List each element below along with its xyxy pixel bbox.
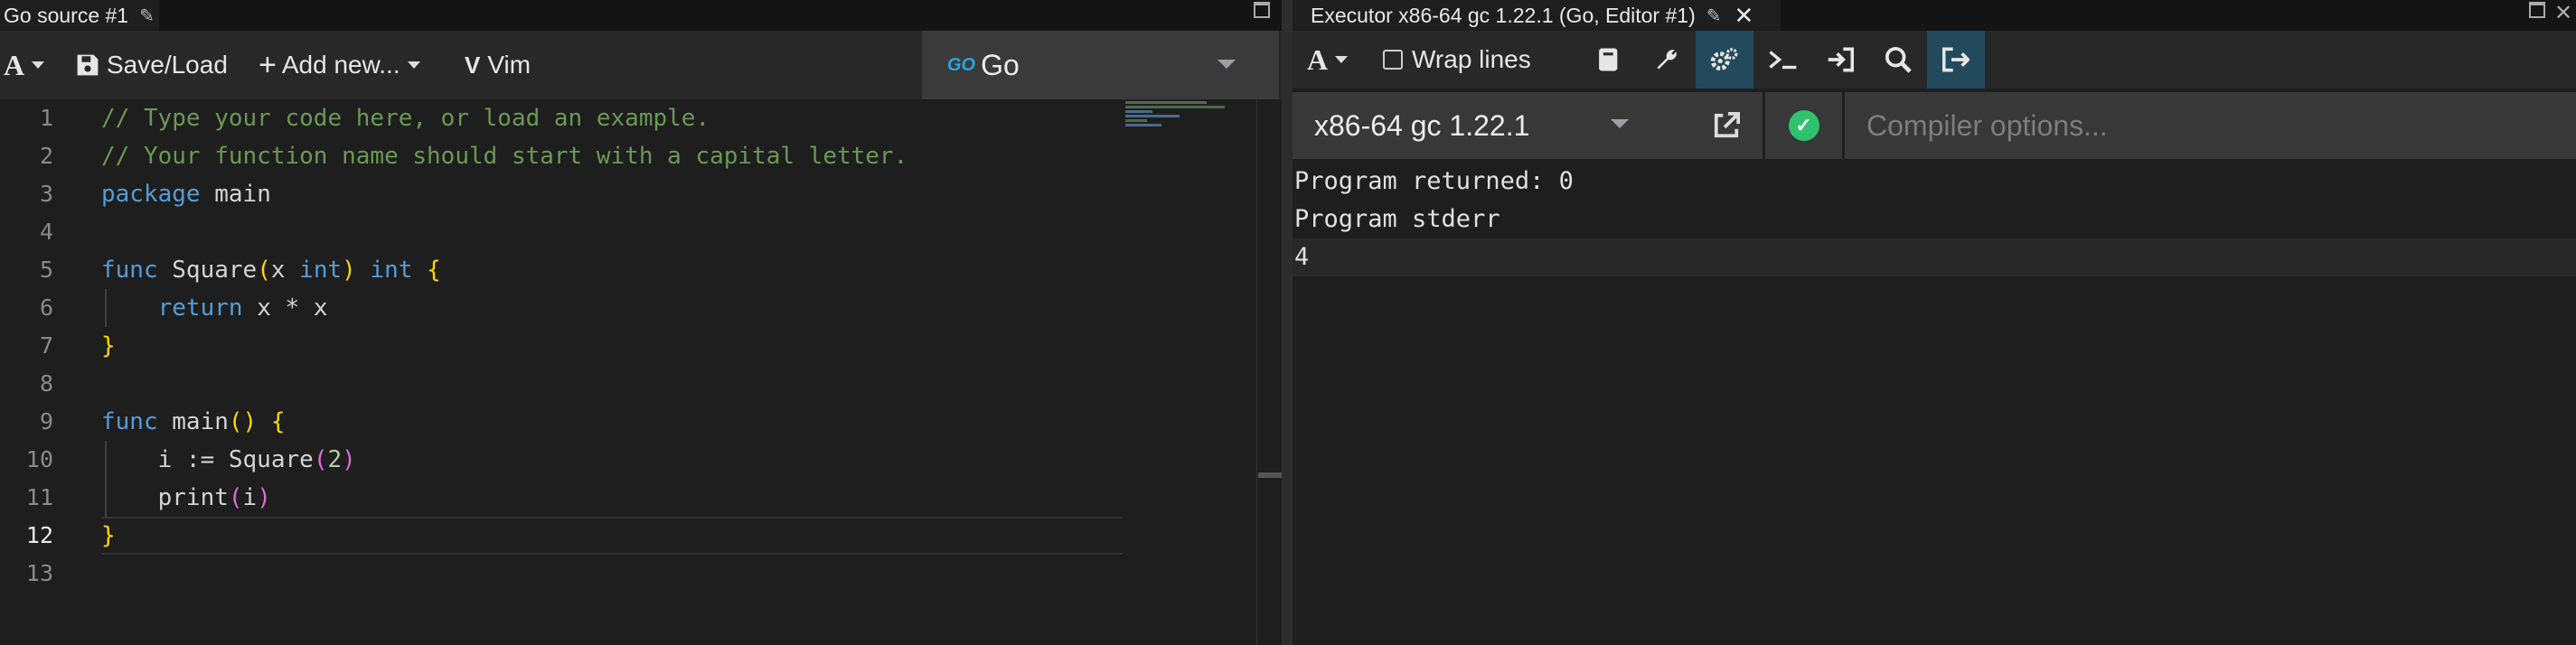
code-area[interactable]: // Type your code here, or load an examp… [101,99,1123,593]
compiler-row: x86-64 gc 1.22.1 ✓ [1293,92,2576,159]
right-tabbar: Executor x86-64 gc 1.22.1 (Go, Editor #1… [1293,0,2576,31]
output-line: Program stderr [1294,205,1500,233]
compiler-name: x86-64 gc 1.22.1 [1314,108,1530,142]
language-name: Go [981,48,1020,81]
line-number: 10 [25,446,53,472]
line-number: 13 [25,560,53,586]
code-line: // Your function name should start with … [101,143,908,170]
tab-executor[interactable]: Executor x86-64 gc 1.22.1 (Go, Editor #1… [1293,0,1781,31]
code-line: // Type your code here, or load an examp… [101,105,710,132]
minimap[interactable] [1125,99,1238,154]
language-selector[interactable]: GO Go [922,31,1279,99]
compiler-options-input[interactable] [1845,92,2576,159]
add-new-dropdown[interactable]: + Add new... [259,31,420,99]
check-circle-icon: ✓ [1788,110,1819,141]
tab-title: Go source #1 [4,3,129,27]
code-line: i := Square(2) [101,441,1123,479]
save-load-button[interactable]: Save/Load [76,31,228,99]
tab-go-source[interactable]: Go source #1 ✎ [0,0,159,31]
code-line: print(i) [101,479,1123,517]
line-number: 12 [25,522,53,548]
left-tabbar: Go source #1 ✎ [0,0,1282,31]
code-line: func Square(x int) int { [101,257,441,284]
line-number: 8 [39,370,53,397]
pane-splitter[interactable] [1282,0,1293,645]
tab-title: Executor x86-64 gc 1.22.1 (Go, Editor #1… [1311,3,1696,27]
maximize-icon[interactable] [2529,2,2545,18]
line-number: 11 [25,484,53,510]
floppy-disk-icon [77,54,99,76]
popout-icon[interactable] [1690,92,1763,159]
pencil-icon[interactable]: ✎ [1706,5,1722,27]
line-number: 4 [39,219,53,245]
sign-in-icon[interactable] [1811,31,1869,89]
line-number: 3 [39,181,53,207]
terminal-icon[interactable] [1753,31,1811,89]
chevron-down-icon [407,61,420,69]
save-load-label: Save/Load [107,51,228,79]
vim-label: Vim [487,51,531,79]
code-line: package main [101,181,271,208]
vertical-scrollbar[interactable] [1256,99,1282,645]
chevron-down-icon [1335,56,1349,63]
output-line: Program returned: 0 [1294,167,1574,195]
wrench-icon[interactable] [1638,31,1696,89]
font-icon: A [1307,42,1329,76]
line-number: 7 [39,332,53,359]
line-number: 5 [39,257,53,283]
line-number: 1 [39,105,53,131]
pencil-icon[interactable]: ✎ [139,5,155,27]
sign-out-icon[interactable] [1927,31,1985,89]
code-editor[interactable]: 1 2 3 4 5 6 7 8 9 10 11 12 13 // Type your code here… [0,99,1256,645]
code-line: return x * x [101,289,1123,327]
chevron-down-icon [1217,60,1236,69]
line-number: 2 [39,143,53,169]
code-line: } [101,332,116,360]
executor-pane: Executor x86-64 gc 1.22.1 (Go, Editor #1… [1293,0,2576,645]
executor-toolbar: A Wrap lines [1293,31,2576,89]
line-number: 9 [39,408,53,435]
line-number: 6 [39,294,53,321]
close-pane-icon[interactable]: ✕ [2554,0,2572,26]
close-icon[interactable]: ✕ [1735,4,1754,27]
vim-icon: V [465,51,481,79]
font-size-dropdown[interactable]: A [4,31,45,99]
plus-icon: + [259,47,277,82]
chevron-down-icon [1611,119,1629,128]
maximize-icon[interactable] [1254,2,1270,18]
gears-icon[interactable] [1696,31,1753,89]
code-line: func main() { [101,408,286,435]
wrap-lines-label: Wrap lines [1412,45,1531,73]
wrap-lines-checkbox[interactable]: Wrap lines [1383,31,1531,89]
go-source-pane: Go source #1 ✎ A Save/Load + Add new... … [0,0,1282,645]
font-size-dropdown[interactable]: A [1307,31,1349,89]
go-logo-icon: GO [947,54,976,75]
book-icon[interactable] [1580,31,1638,89]
add-new-label: Add new... [281,51,400,79]
chevron-down-icon [32,61,45,69]
code-line: } [101,517,1123,555]
scrollbar-thumb[interactable] [1258,472,1282,478]
font-icon: A [4,48,25,81]
output-line: 4 [1293,238,2576,276]
program-output: Program returned: 0 Program stderr 4 [1293,163,2576,276]
checkbox-icon [1383,50,1403,70]
line-number-gutter: 1 2 3 4 5 6 7 8 9 10 11 12 13 [0,99,68,593]
zoom-icon[interactable] [1869,31,1927,89]
vim-toggle[interactable]: V Vim [465,31,531,99]
compile-status[interactable]: ✓ [1765,92,1842,159]
